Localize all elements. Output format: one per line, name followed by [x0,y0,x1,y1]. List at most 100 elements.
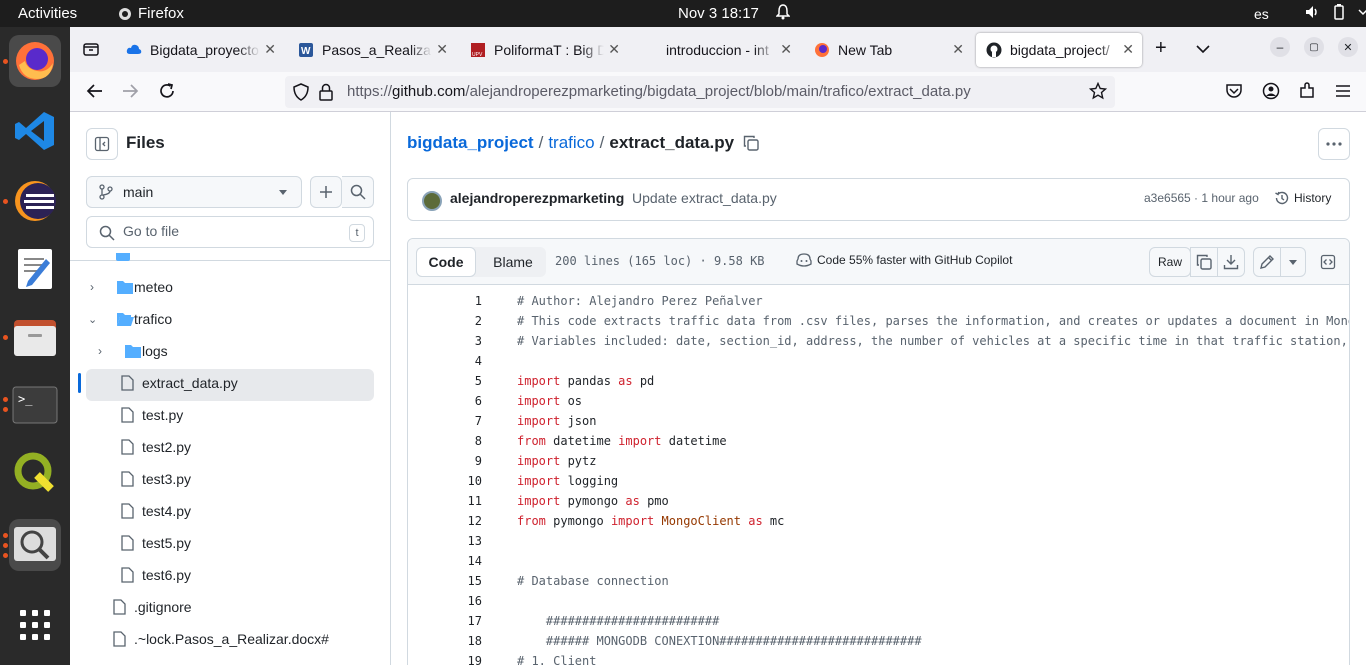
list-all-tabs-chevron-icon[interactable] [1196,41,1210,59]
edit-options-dropdown[interactable] [1280,247,1306,277]
line-number[interactable]: 10 [448,474,482,488]
commit-hash-time[interactable]: a3e6565 · 1 hour ago [1144,191,1259,205]
close-window-icon[interactable]: ✕ [1338,37,1358,57]
tab-groups-icon[interactable] [82,40,100,63]
line-number[interactable]: 13 [448,534,482,548]
commit-author[interactable]: alejandroperezpmarketing [450,190,624,206]
line-number[interactable]: 8 [448,434,482,448]
close-tab-icon[interactable]: ✕ [952,41,964,58]
avatar[interactable] [422,191,442,211]
copy-raw-button[interactable] [1190,247,1218,277]
code-text: import json [517,414,597,428]
tree-file-test4[interactable]: test4.py [70,497,391,525]
go-to-file-input[interactable]: Go to file t [86,216,374,248]
maximize-window-icon[interactable]: ▢ [1304,37,1324,57]
tree-file-test5[interactable]: test5.py [70,529,391,557]
close-tab-icon[interactable]: ✕ [264,41,276,58]
forward-arrow-icon[interactable] [121,82,139,105]
url-text[interactable]: https://github.com/alejandroperezpmarket… [347,83,971,100]
symbols-panel-button[interactable] [1314,247,1342,277]
dock-firefox[interactable] [9,35,61,87]
account-icon[interactable] [1262,82,1280,105]
line-number[interactable]: 17 [448,614,482,628]
search-files-button[interactable] [342,176,374,208]
close-tab-icon[interactable]: ✕ [780,41,792,58]
system-tray[interactable] [1304,4,1366,20]
commit-message[interactable]: Update extract_data.py [632,190,777,206]
copilot-promo[interactable]: Code 55% faster with GitHub Copilot [796,253,1012,267]
line-number[interactable]: 4 [448,354,482,368]
line-number[interactable]: 12 [448,514,482,528]
language-indicator[interactable]: es [1254,6,1269,22]
tree-file-lock-docx[interactable]: .~lock.Pasos_a_Realizar.docx# [70,625,391,653]
line-number[interactable]: 11 [448,494,482,508]
dock-vscode[interactable] [9,105,61,157]
dock-files[interactable] [9,311,61,363]
line-number[interactable]: 6 [448,394,482,408]
extensions-icon[interactable] [1298,82,1316,105]
close-tab-icon[interactable]: ✕ [436,41,448,58]
breadcrumb-repo-link[interactable]: bigdata_project [407,133,534,153]
dock-show-apps[interactable] [9,599,61,651]
address-bar[interactable]: https://github.com/alejandroperezpmarket… [285,76,1115,108]
back-arrow-icon[interactable] [86,82,104,105]
raw-button[interactable]: Raw [1149,247,1191,277]
dock-image-viewer[interactable] [9,519,61,571]
dock-terminal[interactable]: >_ [9,379,61,431]
copy-path-icon[interactable] [743,135,759,151]
clock[interactable]: Nov 3 18:17 [678,5,759,22]
history-button[interactable]: History [1274,190,1331,206]
reload-icon[interactable] [158,82,176,105]
tree-file-test[interactable]: test.py [70,401,391,429]
tracking-protection-shield-icon[interactable] [293,83,309,105]
tab-poliformat[interactable]: UPV PoliformaT : Big D ✕ [460,33,628,67]
collapse-sidebar-icon[interactable] [86,128,118,160]
tree-file-test6[interactable]: test6.py [70,561,391,589]
line-number[interactable]: 19 [448,654,482,665]
code-body[interactable]: 1 # Author: Alejandro Perez Peñalver 2 # T… [408,286,1349,665]
line-number[interactable]: 9 [448,454,482,468]
tree-file-test2[interactable]: test2.py [70,433,391,461]
close-tab-icon[interactable]: ✕ [608,41,620,58]
tab-introduccion[interactable]: introduccion - int ✕ [632,33,800,67]
tree-folder-logs[interactable]: › logs [70,337,391,365]
tab-code[interactable]: Code [416,247,476,277]
tree-folder-meteo[interactable]: › meteo [70,273,391,301]
line-number[interactable]: 18 [448,634,482,648]
tree-folder-trafico[interactable]: ⌄ trafico [70,305,391,333]
tab-pasos-a-realizar[interactable]: W Pasos_a_Realizar ✕ [288,33,456,67]
dock-qgis[interactable] [9,447,61,499]
line-number[interactable]: 2 [448,314,482,328]
minimize-window-icon[interactable]: – [1270,37,1290,57]
padlock-icon[interactable] [319,83,333,105]
line-number[interactable]: 1 [448,294,482,308]
bookmark-star-icon[interactable] [1088,81,1108,104]
breadcrumb-folder-link[interactable]: trafico [548,133,594,153]
edit-file-button[interactable] [1253,247,1281,277]
line-number[interactable]: 3 [448,334,482,348]
tab-blame[interactable]: Blame [480,247,546,277]
tree-file-test3[interactable]: test3.py [70,465,391,493]
add-file-button[interactable] [310,176,342,208]
line-number[interactable]: 15 [448,574,482,588]
download-button[interactable] [1217,247,1245,277]
close-tab-icon[interactable]: ✕ [1122,41,1134,58]
line-number[interactable]: 5 [448,374,482,388]
tree-file-gitignore[interactable]: .gitignore [70,593,391,621]
more-options-kebab-icon[interactable] [1318,128,1350,160]
app-menu[interactable]: Firefox [118,5,184,22]
pocket-icon[interactable] [1225,82,1243,105]
hamburger-menu-icon[interactable] [1334,82,1352,105]
tab-bigdata-project[interactable]: bigdata_project/ ✕ [976,33,1142,67]
line-number[interactable]: 16 [448,594,482,608]
new-tab-plus-icon[interactable]: + [1155,37,1167,60]
branch-selector[interactable]: main [86,176,302,208]
dock-text-editor[interactable] [9,243,61,295]
tree-file-extract-data[interactable]: extract_data.py [70,369,391,401]
line-number[interactable]: 7 [448,414,482,428]
activities-button[interactable]: Activities [18,5,77,22]
tab-bigdata-proyecto[interactable]: Bigdata_proyecto ✕ [116,33,284,67]
tab-new-tab[interactable]: New Tab ✕ [804,33,972,67]
line-number[interactable]: 14 [448,554,482,568]
dock-eclipse[interactable] [9,175,61,227]
